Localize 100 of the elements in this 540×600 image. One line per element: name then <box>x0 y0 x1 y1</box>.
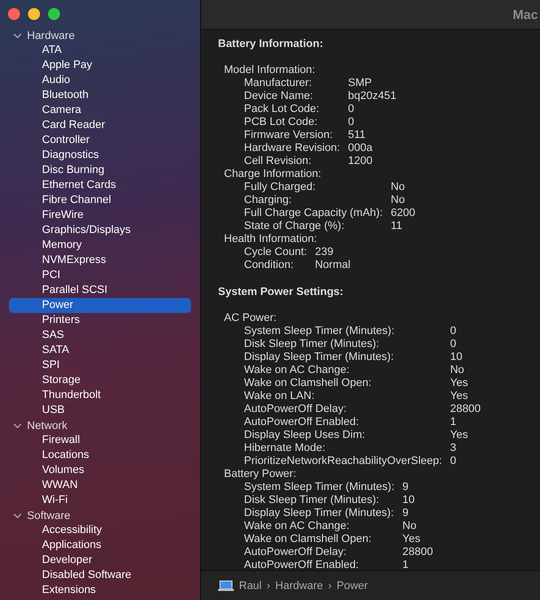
property-label: System Sleep Timer (Minutes): <box>244 325 396 338</box>
laptop-icon <box>218 580 234 592</box>
sidebar-item[interactable]: SATA <box>9 343 191 358</box>
sidebar-item[interactable]: Extensions <box>9 583 191 598</box>
sidebar-item[interactable]: Developer <box>9 553 191 568</box>
path-item[interactable]: Hardware <box>275 580 323 592</box>
minimize-button[interactable] <box>28 8 40 20</box>
sidebar-item[interactable]: NVMExpress <box>9 253 191 268</box>
property-value: 1 <box>450 416 458 429</box>
group-label: Charge Information: <box>223 168 322 181</box>
sidebar-item[interactable]: Card Reader <box>9 118 191 133</box>
sidebar-item[interactable]: Disabled Software <box>9 568 191 583</box>
sidebar-item[interactable]: Controller <box>9 133 191 148</box>
path-separator: › <box>328 580 332 592</box>
sidebar-item[interactable]: SAS <box>9 328 191 343</box>
path-item[interactable]: Power <box>336 580 368 592</box>
sidebar-item[interactable]: Ethernet Cards <box>9 178 191 193</box>
sidebar-item[interactable]: Printers <box>9 313 191 328</box>
property-value: 000a <box>348 142 374 155</box>
property-value: 0 <box>450 325 458 338</box>
property-value: 1200 <box>348 155 374 168</box>
sidebar-item[interactable]: Bluetooth <box>9 88 191 103</box>
property-value: 0 <box>348 116 356 129</box>
property-value: No <box>390 194 406 207</box>
sidebar-item[interactable]: PCI <box>9 268 191 283</box>
sidebar-item[interactable]: Accessibility <box>9 523 191 538</box>
property-value: Yes <box>450 429 470 442</box>
property-label: Wake on AC Change: <box>244 364 350 377</box>
sidebar-item[interactable]: Apple Pay <box>9 58 191 73</box>
sidebar-item[interactable]: Memory <box>9 238 191 253</box>
property-value: 9 <box>402 507 410 520</box>
property-label: State of Charge (%): <box>244 220 346 233</box>
property-value: Normal <box>314 259 352 272</box>
property-value: Yes <box>450 390 470 403</box>
sidebar-item[interactable]: Thunderbolt <box>9 388 191 403</box>
property-label: Device Name: <box>244 90 314 103</box>
property-value: SMP <box>348 77 373 90</box>
property-label: Wake on LAN: <box>244 390 316 403</box>
group-label: Model Information: <box>223 64 316 77</box>
sidebar-item[interactable]: Fibre Channel <box>9 193 191 208</box>
property-value: 11 <box>390 220 404 233</box>
sidebar-group[interactable]: Hardware <box>27 30 75 42</box>
chevron-icon[interactable] <box>13 512 22 518</box>
sidebar-group[interactable]: Software <box>27 510 70 522</box>
sidebar-item[interactable]: Audio <box>9 73 191 88</box>
property-label: Cell Revision: <box>244 155 312 168</box>
group-label: Battery Power: <box>223 468 298 481</box>
sidebar-item[interactable]: ATA <box>9 43 191 58</box>
property-label: Fully Charged: <box>244 181 317 194</box>
sidebar-item[interactable]: WWAN <box>9 478 191 493</box>
sidebar-item[interactable]: Power <box>9 298 191 313</box>
sidebar-item[interactable]: Locations <box>9 448 191 463</box>
sidebar-item[interactable]: Diagnostics <box>9 148 191 163</box>
path-separator: › <box>266 580 270 592</box>
path-item[interactable]: Raul <box>239 580 262 592</box>
property-value: 0 <box>450 455 458 468</box>
section-title: System Power Settings: <box>218 286 344 299</box>
property-value: 28800 <box>402 546 434 559</box>
section-title: Battery Information: <box>218 38 324 51</box>
property-label: Display Sleep Timer (Minutes): <box>244 507 394 520</box>
sidebar-item[interactable]: SPI <box>9 358 191 373</box>
property-label: Charging: <box>244 194 293 207</box>
window-title: Mac <box>512 7 538 22</box>
property-value: 0 <box>348 103 356 116</box>
sidebar-item[interactable]: Graphics/Displays <box>9 223 191 238</box>
property-value: 0 <box>450 338 458 351</box>
property-label: Condition: <box>244 259 295 272</box>
property-value: 1 <box>402 559 410 570</box>
property-value: Yes <box>402 533 422 546</box>
property-label: Disk Sleep Timer (Minutes): <box>244 338 380 351</box>
property-label: Cycle Count: <box>244 246 307 259</box>
property-value: 10 <box>450 351 464 364</box>
close-button[interactable] <box>8 8 20 20</box>
property-label: PrioritizeNetworkReachabilityOverSleep: <box>244 455 442 468</box>
property-value: 10 <box>402 494 416 507</box>
zoom-button[interactable] <box>48 8 60 20</box>
sidebar-item[interactable]: Storage <box>9 373 191 388</box>
property-value: 511 <box>348 129 367 142</box>
sidebar-item[interactable]: FireWire <box>9 208 191 223</box>
property-value: bq20z451 <box>348 90 398 103</box>
sidebar-item[interactable]: Camera <box>9 103 191 118</box>
sidebar-item[interactable]: Applications <box>9 538 191 553</box>
property-value: Yes <box>450 377 470 390</box>
sidebar-item[interactable]: USB <box>9 403 191 418</box>
property-label: AutoPowerOff Enabled: <box>244 416 360 429</box>
sidebar-item[interactable]: Parallel SCSI <box>9 283 191 298</box>
property-label: AutoPowerOff Delay: <box>244 546 348 559</box>
property-label: System Sleep Timer (Minutes): <box>244 481 394 494</box>
sidebar-item[interactable]: Firewall <box>9 433 191 448</box>
property-value: 239 <box>314 246 334 259</box>
sidebar-item[interactable]: Volumes <box>9 463 191 478</box>
group-label: AC Power: <box>223 312 278 325</box>
sidebar-item[interactable]: Disc Burning <box>9 163 191 178</box>
chevron-icon[interactable] <box>13 422 22 428</box>
sidebar-item[interactable]: Wi-Fi <box>9 493 191 508</box>
property-value: 9 <box>402 481 410 494</box>
property-label: AutoPowerOff Enabled: <box>244 559 360 570</box>
property-label: Display Sleep Uses Dim: <box>244 429 366 442</box>
sidebar-group[interactable]: Network <box>27 420 68 432</box>
chevron-icon[interactable] <box>13 32 22 38</box>
